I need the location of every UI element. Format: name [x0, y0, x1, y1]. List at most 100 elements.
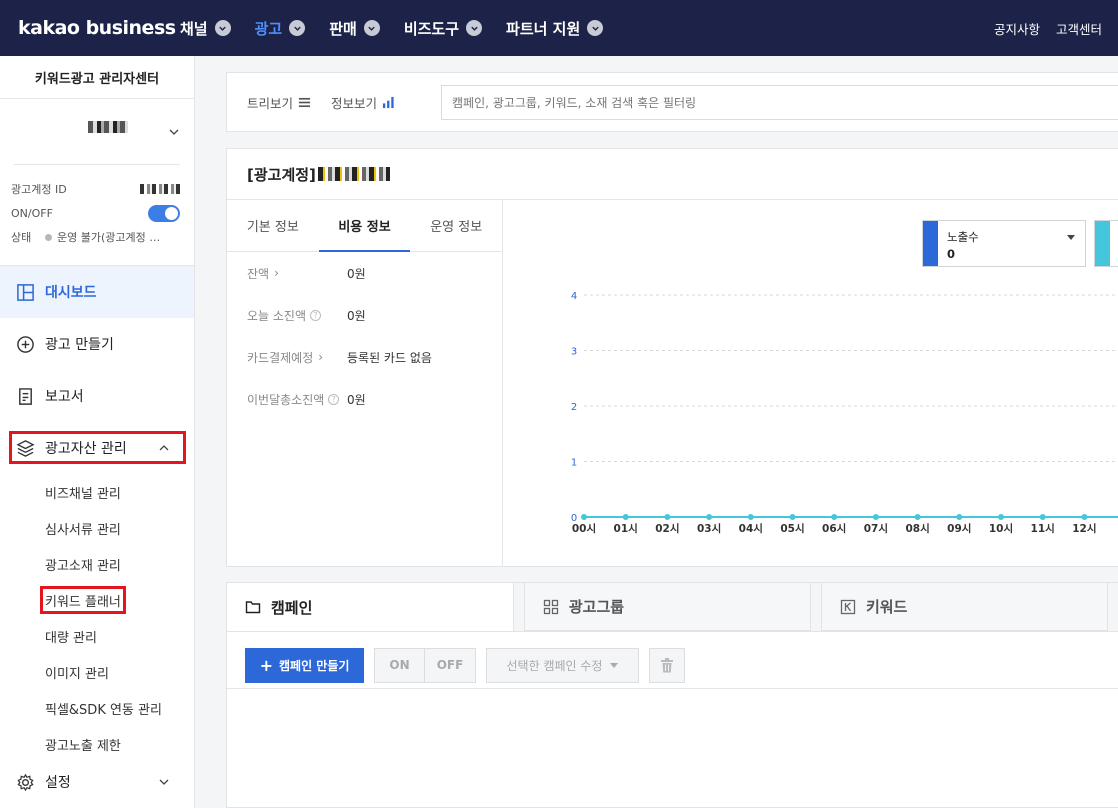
sub-creative[interactable]: 광고소재 관리: [0, 546, 194, 582]
data-point: [956, 514, 963, 520]
chevron-down-icon: [214, 20, 231, 36]
menu-settings[interactable]: 설정: [0, 762, 194, 802]
sub-bulk[interactable]: 대량 관리: [0, 618, 194, 654]
x-tick-label: 00시: [572, 523, 596, 535]
data-point: [622, 514, 629, 520]
second-metric-selector[interactable]: [1094, 220, 1118, 267]
menu-label: 대시보드: [45, 285, 97, 301]
nav-sales[interactable]: 판매: [329, 18, 380, 39]
menu-dashboard[interactable]: 대시보드: [0, 266, 194, 318]
balance-row: 잔액 › 0원: [227, 252, 502, 294]
x-tick-label: 12시: [1072, 523, 1096, 535]
chevron-down-icon: [159, 779, 169, 785]
metric-selector[interactable]: 노출수 0: [922, 220, 1086, 267]
data-point: [1039, 514, 1046, 520]
tab-operation-info[interactable]: 운영 정보: [410, 200, 502, 251]
off-button[interactable]: OFF: [425, 648, 475, 682]
notice-link[interactable]: 공지사항: [994, 19, 1040, 38]
plus-icon: +: [259, 655, 273, 675]
on-button[interactable]: ON: [375, 648, 425, 682]
legend-color-bar: [923, 221, 938, 266]
chevron-right-icon: ›: [318, 350, 324, 364]
global-nav: 채널 광고 판매 비즈도구 파트너 지원: [180, 18, 627, 39]
balance-value: 0원: [347, 266, 366, 281]
sub-image[interactable]: 이미지 관리: [0, 654, 194, 690]
x-tick-label: 02시: [655, 523, 679, 535]
top-navigation-bar: kakao business 채널 광고 판매 비즈도구 파트너 지원 공지사항…: [0, 0, 1118, 56]
account-selector[interactable]: [14, 99, 180, 165]
sub-bizchannel[interactable]: 비즈채널 관리: [0, 474, 194, 510]
data-point: [747, 514, 754, 520]
gear-icon: [17, 773, 34, 791]
menu-label: 광고 만들기: [45, 337, 114, 353]
metric-name: 노출수: [947, 230, 979, 244]
status-label: 상태: [11, 231, 32, 244]
today-spend-row: 오늘 소진액? 0원: [227, 294, 502, 336]
tab-keyword[interactable]: 키워드: [820, 583, 1108, 631]
info-view-label: 정보보기: [331, 95, 378, 111]
tab-adgroup[interactable]: 광고그룹: [523, 583, 811, 631]
chevron-down-icon: [169, 129, 179, 135]
info-view-button[interactable]: 정보보기: [331, 93, 395, 112]
nav-ad[interactable]: 광고: [255, 18, 306, 39]
data-point: [1081, 514, 1088, 520]
keyword-k-icon: [840, 599, 856, 614]
sub-ad-restriction[interactable]: 광고노출 제한: [0, 726, 194, 762]
data-point: [664, 514, 671, 520]
delete-button[interactable]: [649, 647, 685, 683]
balance-label: 잔액: [247, 266, 270, 281]
info-tabs: 기본 정보 비용 정보 운영 정보: [227, 200, 502, 252]
menu-create-ad[interactable]: 광고 만들기: [0, 318, 194, 370]
search-toolbar: 트리보기 정보보기: [226, 72, 1118, 132]
x-tick-label: 09시: [947, 523, 971, 535]
campaign-actions: + 캠페인 만들기 ON OFF 선택한 캠페인 수정: [227, 632, 1118, 689]
support-link[interactable]: 고객센터: [1056, 19, 1102, 38]
card-payment-link[interactable]: 카드결제예정 ›: [247, 349, 347, 366]
nav-partner-support[interactable]: 파트너 지원: [506, 18, 604, 39]
kakao-business-logo[interactable]: kakao business: [18, 17, 180, 39]
sidebar: 키워드광고 관리자센터 광고계정 ID ON/OFF 상태 운영 불가(광고계정…: [0, 56, 195, 808]
edit-selected-campaign-button[interactable]: 선택한 캠페인 수정: [486, 647, 639, 683]
card-payment-row: 카드결제예정 › 등록된 카드 없음: [227, 336, 502, 378]
chevron-right-icon: ›: [274, 266, 279, 280]
dashboard-icon: [17, 283, 34, 301]
card-payment-value: 등록된 카드 없음: [347, 350, 432, 365]
account-header: [광고계정]: [227, 149, 1118, 200]
month-spend-row: 이번달총소진액? 0원: [227, 378, 502, 420]
menu-report[interactable]: 보고서: [0, 370, 194, 422]
plus-circle-icon: [17, 335, 34, 353]
data-point: [998, 514, 1004, 520]
search-input[interactable]: [441, 85, 1118, 120]
menu-label: 설정: [45, 775, 71, 791]
sub-review-docs[interactable]: 심사서류 관리: [0, 510, 194, 546]
sub-keyword-planner[interactable]: 키워드 플래너: [0, 582, 194, 618]
help-icon[interactable]: ?: [310, 309, 322, 321]
month-spend-value: 0원: [347, 392, 366, 407]
balance-link[interactable]: 잔액 ›: [247, 265, 347, 282]
help-icon[interactable]: ?: [328, 393, 340, 405]
account-id-row: 광고계정 ID: [11, 177, 184, 201]
masked-account-title: [317, 167, 390, 181]
nav-biz-tools[interactable]: 비즈도구: [404, 18, 483, 39]
account-id-label: 광고계정 ID: [11, 183, 67, 196]
data-point: [831, 514, 838, 520]
status-value: 운영 불가(광고계정 …: [57, 231, 161, 244]
dropdown-caret-icon: [1067, 235, 1075, 240]
tab-basic-info[interactable]: 기본 정보: [227, 200, 319, 251]
account-info: 광고계정 ID ON/OFF 상태 운영 불가(광고계정 …: [0, 165, 194, 266]
create-campaign-label: 캠페인 만들기: [278, 658, 350, 673]
tab-cost-info[interactable]: 비용 정보: [318, 200, 411, 252]
edit-selected-label: 선택한 캠페인 수정: [506, 658, 603, 673]
legend-color-bar: [1095, 221, 1110, 266]
tree-view-button[interactable]: 트리보기: [247, 93, 311, 112]
tab-campaign[interactable]: 캠페인: [227, 583, 514, 631]
x-tick-label: 08시: [905, 523, 929, 535]
onoff-toggle[interactable]: [148, 205, 180, 222]
status-row: 상태 운영 불가(광고계정 …: [11, 225, 184, 249]
y-tick-label: 2: [571, 402, 577, 413]
sub-pixel-sdk[interactable]: 픽셀&SDK 연동 관리: [0, 690, 194, 726]
menu-asset-management[interactable]: 광고자산 관리: [0, 422, 194, 474]
create-campaign-button[interactable]: + 캠페인 만들기: [245, 647, 364, 683]
dropdown-caret-icon: [610, 662, 619, 668]
nav-channel[interactable]: 채널: [180, 18, 231, 39]
